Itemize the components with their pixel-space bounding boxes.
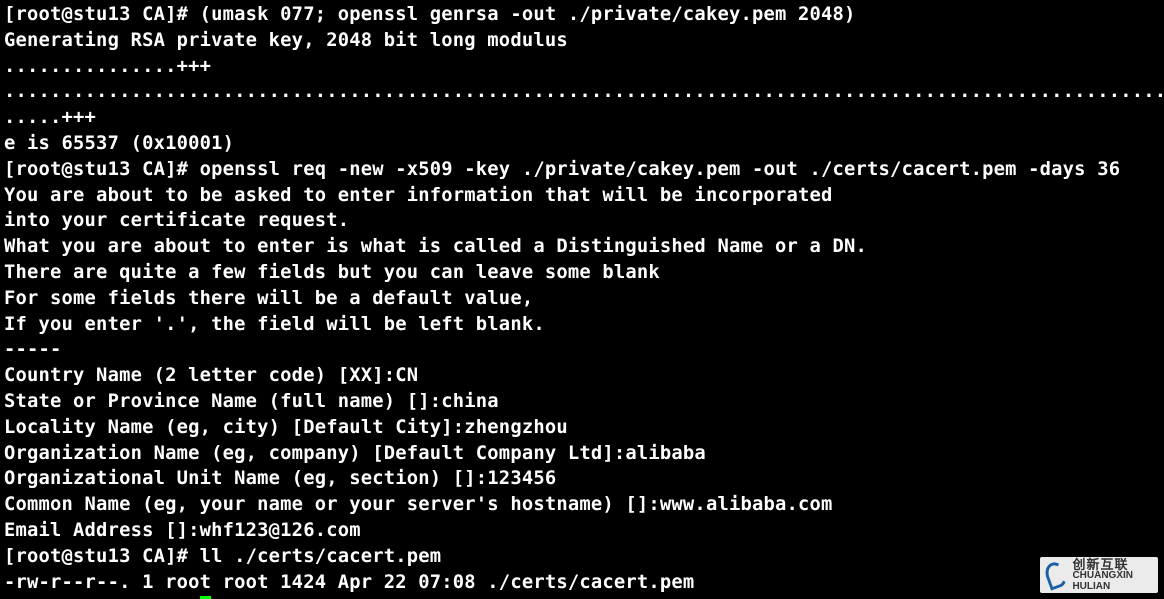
terminal-line: For some fields there will be a default … xyxy=(4,288,533,309)
watermark-logo-icon xyxy=(1046,562,1066,588)
terminal-line: Country Name (2 letter code) [XX]:CN xyxy=(4,365,418,386)
terminal-line: Organization Name (eg, company) [Default… xyxy=(4,443,706,464)
terminal-line: Generating RSA private key, 2048 bit lon… xyxy=(4,30,568,51)
terminal-line: [root@stu13 CA]# ll ./certs/cacert.pem xyxy=(4,546,441,567)
watermark-brand-cn: 创新互联 xyxy=(1072,559,1152,570)
terminal-line: There are quite a few fields but you can… xyxy=(4,262,660,283)
terminal-line: ...............+++ xyxy=(4,56,211,77)
terminal-line: -rw-r--r--. 1 root root 1424 Apr 22 07:0… xyxy=(4,572,694,593)
watermark-brand-en: CHUANGXIN HULIAN xyxy=(1072,570,1152,592)
terminal-line: Locality Name (eg, city) [Default City]:… xyxy=(4,417,568,438)
watermark-badge: 创新互联 CHUANGXIN HULIAN xyxy=(1040,557,1158,593)
terminal-line: [root@stu13 CA]# openssl req -new -x509 … xyxy=(4,159,1120,180)
terminal-line: Organizational Unit Name (eg, section) [… xyxy=(4,468,556,489)
terminal-line: Email Address []:whf123@126.com xyxy=(4,520,361,541)
terminal-line: You are about to be asked to enter infor… xyxy=(4,185,833,206)
terminal-line: into your certificate request. xyxy=(4,210,349,231)
terminal-line: What you are about to enter is what is c… xyxy=(4,236,867,257)
terminal-line: e is 65537 (0x10001) xyxy=(4,133,234,154)
terminal-line: .....+++ xyxy=(4,107,96,128)
terminal-line: [root@stu13 CA]# (umask 077; openssl gen… xyxy=(4,4,856,25)
terminal-output[interactable]: [root@stu13 CA]# (umask 077; openssl gen… xyxy=(0,0,1164,599)
terminal-line: State or Province Name (full name) []:ch… xyxy=(4,391,499,412)
terminal-line: ........................................… xyxy=(4,81,1164,102)
terminal-line: ----- xyxy=(4,339,62,360)
terminal-line: Common Name (eg, your name or your serve… xyxy=(4,494,833,515)
watermark-text: 创新互联 CHUANGXIN HULIAN xyxy=(1072,559,1152,592)
terminal-line: If you enter '.', the field will be left… xyxy=(4,314,545,335)
